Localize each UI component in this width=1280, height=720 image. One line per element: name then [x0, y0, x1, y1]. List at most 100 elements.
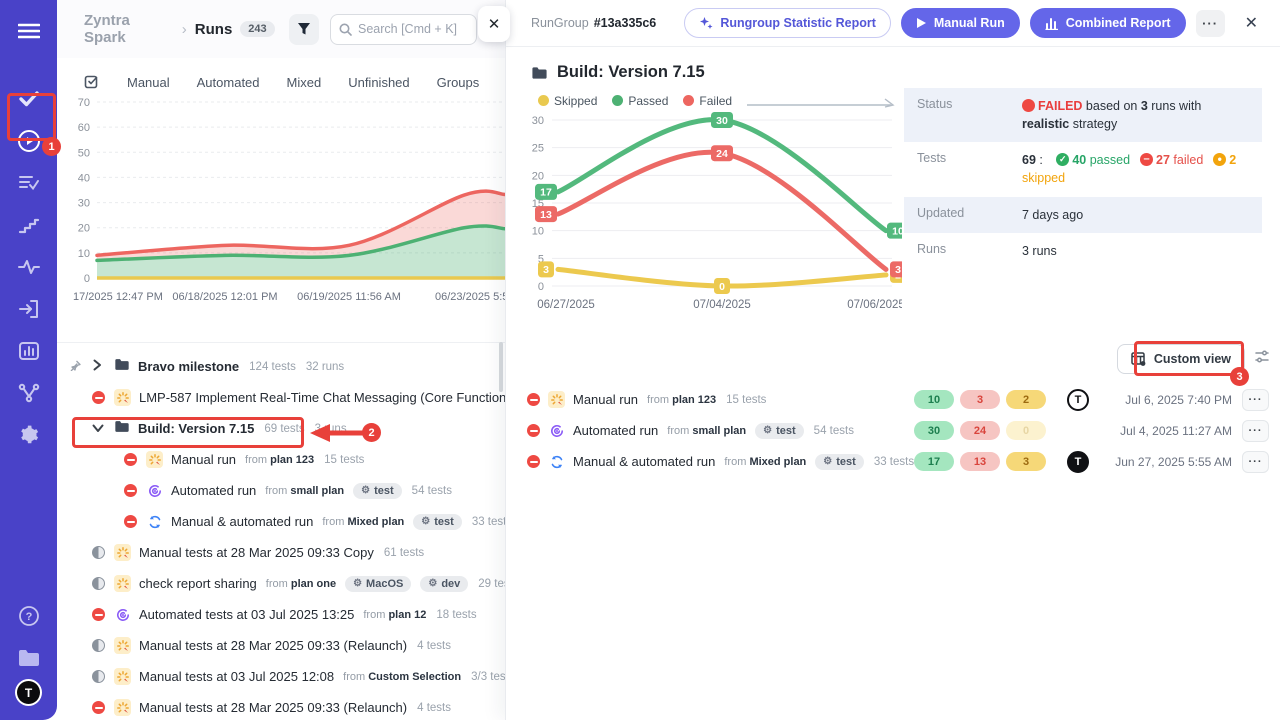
panel-close-button[interactable]: ✕ — [478, 6, 510, 42]
filter-button[interactable] — [289, 14, 319, 45]
run-more-button[interactable]: ··· — [1242, 389, 1269, 411]
statistic-report-button[interactable]: Rungroup Statistic Report — [684, 8, 891, 38]
run-title: Manual run — [573, 392, 638, 407]
run-list-item[interactable]: Automated runfrom small plan⚙test54 test… — [57, 475, 505, 506]
help-icon[interactable]: ? — [0, 595, 57, 637]
dotred-icon — [1022, 99, 1035, 112]
run-more-button[interactable]: ··· — [1242, 420, 1269, 442]
breadcrumb-project[interactable]: Zyntra Spark — [84, 12, 174, 46]
detail-row: Updated7 days ago — [904, 197, 1262, 233]
status-unfinished-icon — [92, 577, 105, 590]
automated-run-icon — [114, 606, 131, 623]
scrollbar-thumb[interactable] — [499, 342, 503, 392]
user-avatar[interactable]: T — [15, 679, 42, 706]
mixed-run-icon — [548, 453, 565, 470]
custom-view-button[interactable]: Custom view — [1117, 344, 1245, 374]
enter-icon[interactable] — [0, 288, 57, 330]
svg-text:20: 20 — [532, 170, 544, 182]
detail-value: 69 : 40 passed27 failed2 skipped — [1022, 151, 1249, 187]
select-runs-icon[interactable] — [84, 74, 100, 90]
svg-text:3: 3 — [543, 264, 549, 276]
folder-icon[interactable] — [0, 637, 57, 679]
bar-chart-icon[interactable] — [0, 330, 57, 372]
run-list-item[interactable]: Manual tests at 28 Mar 2025 09:33 (Relau… — [57, 692, 505, 720]
pin-icon — [70, 358, 81, 376]
rungroup-run-row[interactable]: Manual runfrom plan 12315 tests1032TJul … — [527, 384, 1269, 415]
chevron-right-icon[interactable] — [92, 358, 102, 376]
gear-icon: ⚙ — [353, 579, 362, 589]
run-list-item[interactable]: Manual & automated runfrom Mixed plan⚙te… — [57, 506, 505, 537]
run-list-item[interactable]: Build: Version 7.1569 tests3 runs — [57, 413, 505, 444]
tab-unfinished[interactable]: Unfinished — [348, 75, 409, 90]
manual-run-icon — [114, 575, 131, 592]
more-actions-button[interactable]: ··· — [1196, 10, 1225, 37]
svg-text:0: 0 — [84, 273, 90, 285]
search-input[interactable] — [358, 22, 468, 36]
run-from: from Mixed plan — [322, 516, 404, 528]
check-icon[interactable] — [0, 78, 57, 120]
run-list-item[interactable]: check report sharingfrom plan one⚙MacOS⚙… — [57, 568, 505, 599]
run-list-item[interactable]: Automated tests at 03 Jul 2025 13:25from… — [57, 599, 505, 630]
rungroup-title: Build: Version 7.15 — [557, 63, 705, 82]
annotation-arrow-2 — [308, 421, 370, 445]
steps-icon[interactable] — [0, 204, 57, 246]
status-unfinished-icon — [92, 670, 105, 683]
svg-text:07/04/2025: 07/04/2025 — [693, 299, 751, 311]
tab-mixed[interactable]: Mixed — [287, 75, 322, 90]
folder-icon — [531, 66, 548, 80]
svg-text:20: 20 — [78, 223, 90, 235]
breadcrumb-section[interactable]: Runs — [195, 21, 233, 38]
svg-text:30: 30 — [532, 115, 544, 127]
run-list-item[interactable]: Manual tests at 03 Jul 2025 12:08from Cu… — [57, 661, 505, 692]
status-failed-icon — [92, 701, 105, 714]
run-title: Manual & automated run — [171, 514, 313, 529]
manual-run-button[interactable]: Manual Run — [901, 8, 1020, 38]
rungroup-run-row[interactable]: Automated runfrom small plan⚙test54 test… — [527, 415, 1269, 446]
status-failed-icon — [527, 455, 540, 468]
tag-pill: ⚙test — [815, 454, 864, 470]
run-meta: 18 tests — [436, 609, 476, 621]
run-list-item[interactable]: Bravo milestone124 tests32 runs — [57, 351, 505, 382]
combined-report-button[interactable]: Combined Report — [1030, 8, 1186, 38]
tab-groups[interactable]: Groups — [437, 75, 480, 90]
run-list-item[interactable]: Manual runfrom plan 12315 tests — [57, 444, 505, 475]
rungroup-header: RunGroup #13a335c6 Rungroup Statistic Re… — [506, 0, 1280, 47]
annotation-badge-1: 1 — [42, 137, 61, 156]
svg-text:17: 17 — [540, 187, 552, 199]
branch-icon[interactable] — [0, 372, 57, 414]
chevron-down-icon[interactable] — [92, 420, 104, 438]
svg-text:07/06/2025: 07/06/2025 — [847, 299, 902, 311]
list-check-icon[interactable] — [0, 162, 57, 204]
svg-text:10: 10 — [532, 226, 544, 238]
tab-automated[interactable]: Automated — [197, 75, 260, 90]
run-from: from small plan — [265, 485, 344, 497]
rungroup-actions: Rungroup Statistic Report Manual Run Com… — [684, 8, 1264, 38]
close-detail-icon[interactable]: ✕ — [1239, 9, 1264, 37]
run-list-item[interactable]: LMP-587 Implement Real-Time Chat Messagi… — [57, 382, 505, 413]
detail-value: 3 runs — [1022, 242, 1249, 260]
pill-red: 13 — [960, 452, 1000, 471]
run-title: Automated run — [573, 423, 658, 438]
svg-text:30: 30 — [78, 198, 90, 210]
rungroup-title-row: Build: Version 7.15 — [531, 63, 1280, 82]
run-from: from Mixed plan — [724, 456, 806, 468]
activity-icon[interactable] — [0, 246, 57, 288]
gear-icon: ⚙ — [361, 486, 370, 496]
gear-icon[interactable] — [0, 414, 57, 456]
runs-area-chart: 01020304050607017/2025 12:47 PM06/18/202… — [57, 94, 505, 306]
search-icon — [339, 23, 352, 36]
run-list-item[interactable]: Manual tests at 28 Mar 2025 09:33 Copy61… — [57, 537, 505, 568]
gear-icon: ⚙ — [428, 579, 437, 589]
tag-pill: ⚙dev — [420, 576, 468, 592]
rungroup-details: StatusFAILED based on 3 runs with realis… — [904, 88, 1262, 269]
columns-settings-icon[interactable] — [1254, 349, 1270, 370]
run-more-button[interactable]: ··· — [1242, 451, 1269, 473]
svg-text:06/27/2025: 06/27/2025 — [537, 299, 595, 311]
rungroup-run-row[interactable]: Manual & automated runfrom Mixed plan⚙te… — [527, 446, 1269, 477]
dot-icon — [1213, 153, 1226, 166]
run-list-item[interactable]: Manual tests at 28 Mar 2025 09:33 (Relau… — [57, 630, 505, 661]
menu-icon[interactable] — [0, 10, 57, 52]
detail-label: Runs — [917, 242, 1022, 260]
run-title: check report sharing — [139, 576, 257, 591]
tab-manual[interactable]: Manual — [127, 75, 170, 90]
